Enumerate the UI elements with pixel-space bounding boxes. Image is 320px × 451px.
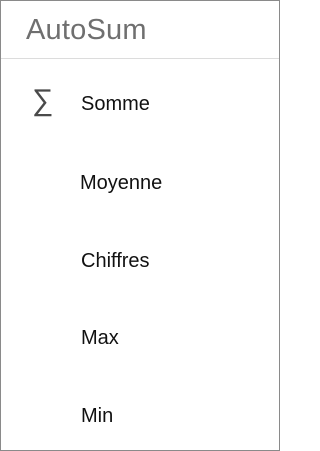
- menu-item-somme[interactable]: ∑ Somme: [1, 72, 279, 134]
- menu-item-min[interactable]: Min: [1, 384, 279, 446]
- menu-item-label: Min: [81, 405, 114, 427]
- sigma-icon: ∑: [32, 83, 54, 118]
- menu-item-chiffres[interactable]: Chiffres: [1, 229, 279, 291]
- menu-item-max[interactable]: Max: [1, 306, 279, 368]
- menu-item-moyenne[interactable]: Moyenne: [1, 151, 279, 213]
- autosum-panel: AutoSum ∑ Somme Moyenne Chiffres Max Min: [0, 0, 280, 451]
- panel-header: AutoSum: [1, 1, 279, 59]
- panel-title: AutoSum: [26, 14, 147, 46]
- menu-item-label: Max: [81, 327, 119, 349]
- menu-item-label: Moyenne: [80, 172, 163, 194]
- menu-item-label: Somme: [81, 93, 150, 115]
- menu-item-label: Chiffres: [81, 250, 150, 272]
